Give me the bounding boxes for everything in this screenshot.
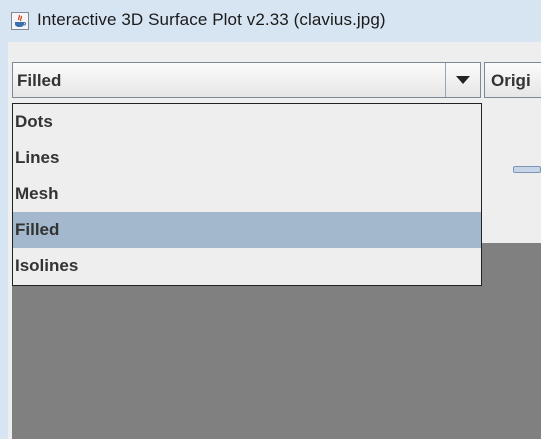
dropdown-arrow-button[interactable] [445,63,480,97]
dropdown-option-dots[interactable]: Dots [13,104,481,140]
chevron-down-icon [456,76,470,84]
origin-button-label: Origi [491,71,531,90]
slider-thumb[interactable] [513,166,541,173]
display-mode-dropdown-list: Dots Lines Mesh Filled Isolines [12,103,482,286]
display-mode-combobox[interactable]: Filled [12,62,481,98]
java-icon [11,12,29,30]
title-bar[interactable]: Interactive 3D Surface Plot v2.33 (clavi… [0,0,541,42]
dropdown-option-mesh[interactable]: Mesh [13,176,481,212]
dropdown-option-isolines[interactable]: Isolines [13,248,481,284]
window-left-border [0,42,8,439]
display-mode-selected-value: Filled [17,71,62,90]
window-title: Interactive 3D Surface Plot v2.33 (clavi… [37,10,386,29]
dropdown-option-lines[interactable]: Lines [13,140,481,176]
origin-button[interactable]: Origi [484,62,541,98]
dropdown-option-filled[interactable]: Filled [13,212,481,248]
